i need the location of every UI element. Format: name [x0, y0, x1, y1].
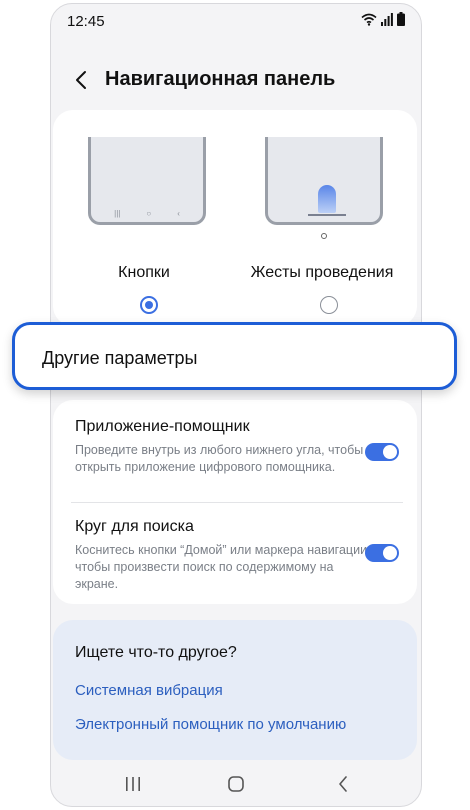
option-assistant-app[interactable]: Приложение-помощник Проведите внутрь из … — [75, 418, 375, 476]
more-title: Ищете что-то другое? — [75, 644, 237, 661]
option-description: Коснитесь кнопки “Домой” или маркера нав… — [75, 543, 371, 591]
radio-gestures[interactable] — [320, 296, 338, 314]
assistant-app-toggle[interactable] — [365, 443, 399, 461]
status-icons — [361, 12, 405, 26]
options-card: Приложение-помощник Проведите внутрь из … — [53, 400, 417, 604]
gesture-indicator — [318, 185, 336, 213]
nav-mode-gestures[interactable]: Жесты проведения — [235, 110, 417, 326]
recents-icon — [126, 777, 140, 791]
radio-buttons-selected[interactable] — [140, 296, 158, 314]
option-description: Проведите внутрь из любого нижнего угла,… — [75, 443, 364, 474]
link-system-vibration[interactable]: Системная вибрация — [75, 682, 223, 699]
chevron-left-icon — [339, 776, 347, 792]
status-time: 12:45 — [67, 13, 105, 30]
home-icon: ○ — [146, 209, 152, 218]
nav-mode-card: ||| ○ ‹ Кнопки Жесты проведения — [53, 110, 417, 326]
nav-mode-label: Кнопки — [118, 264, 170, 281]
gestures-preview — [265, 137, 383, 225]
page-dot — [321, 233, 327, 239]
chevron-left-icon — [76, 71, 86, 89]
option-title: Приложение-помощник — [75, 418, 250, 435]
link-default-assistant[interactable]: Электронный помощник по умолчанию — [75, 716, 346, 733]
preview-nav-buttons: ||| ○ ‹ — [91, 209, 203, 218]
back-button[interactable] — [69, 66, 93, 94]
page-title: Навигационная панель — [105, 68, 336, 90]
home-button[interactable] — [225, 774, 247, 794]
divider — [71, 502, 403, 503]
circle-to-search-toggle[interactable] — [365, 544, 399, 562]
option-circle-to-search[interactable]: Круг для поиска Коснитесь кнопки “Домой”… — [75, 518, 375, 593]
gesture-handle — [308, 214, 346, 216]
recent-icon: ||| — [114, 209, 121, 218]
header: Навигационная панель — [51, 58, 421, 102]
option-title: Круг для поиска — [75, 518, 194, 535]
wifi-icon — [361, 13, 377, 26]
buttons-preview: ||| ○ ‹ — [88, 137, 206, 225]
system-back-button[interactable] — [333, 774, 353, 794]
nav-mode-buttons[interactable]: ||| ○ ‹ Кнопки — [53, 110, 235, 326]
phone-frame: 12:45 Навигационная панель ||| ○ ‹ Кнопк… — [50, 3, 422, 807]
home-icon — [228, 776, 244, 792]
signal-icon — [381, 12, 393, 26]
looking-for-something-else-card: Ищете что-то другое? Системная вибрация … — [53, 620, 417, 760]
other-params-highlight[interactable]: Другие параметры — [12, 322, 457, 390]
system-nav-bar — [51, 762, 421, 806]
recents-button[interactable] — [121, 774, 145, 794]
nav-mode-label: Жесты проведения — [250, 264, 394, 281]
other-params-label: Другие параметры — [42, 348, 198, 368]
back-icon: ‹ — [177, 209, 180, 218]
status-bar: 12:45 — [51, 4, 421, 40]
battery-icon — [397, 12, 405, 26]
